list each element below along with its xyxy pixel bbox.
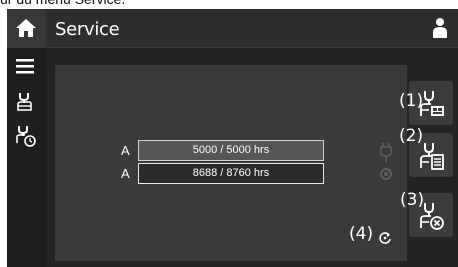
user-icon[interactable] [432,17,448,39]
plug-icon [380,143,392,162]
top-bar: Service [7,9,458,48]
service-wrench-icon [17,93,32,111]
home-button[interactable] [7,9,46,47]
service-counter-row: A 8688 / 8760 hrs [55,163,385,185]
refresh-icon[interactable] [378,231,392,245]
service-timer-icon [16,126,36,147]
row-label: A [121,143,130,158]
page-caption: ur du menu Service. [0,0,458,9]
sidebar-menu-button[interactable] [7,52,46,82]
callout-label: (2) [399,126,424,146]
sidebar-item-service-timer[interactable] [7,120,46,150]
sidebar-item-service[interactable] [7,86,46,116]
page-title: Service [55,19,120,40]
service-counter-row: A 5000 / 5000 hrs [55,140,385,162]
gear-icon [380,168,392,180]
row-value: 8688 / 8760 hrs [138,163,324,184]
sidebar [7,48,46,267]
service-screen: Service A 5000 / 5000 hrs A 8688 / 8760 … [7,9,458,267]
callout-label: (3) [400,190,425,210]
menu-icon [16,59,34,74]
callout-label: (4) [349,224,374,244]
home-icon [16,19,36,37]
callout-label: (1) [399,91,424,111]
row-label: A [121,166,130,181]
row-value: 5000 / 5000 hrs [138,140,324,161]
